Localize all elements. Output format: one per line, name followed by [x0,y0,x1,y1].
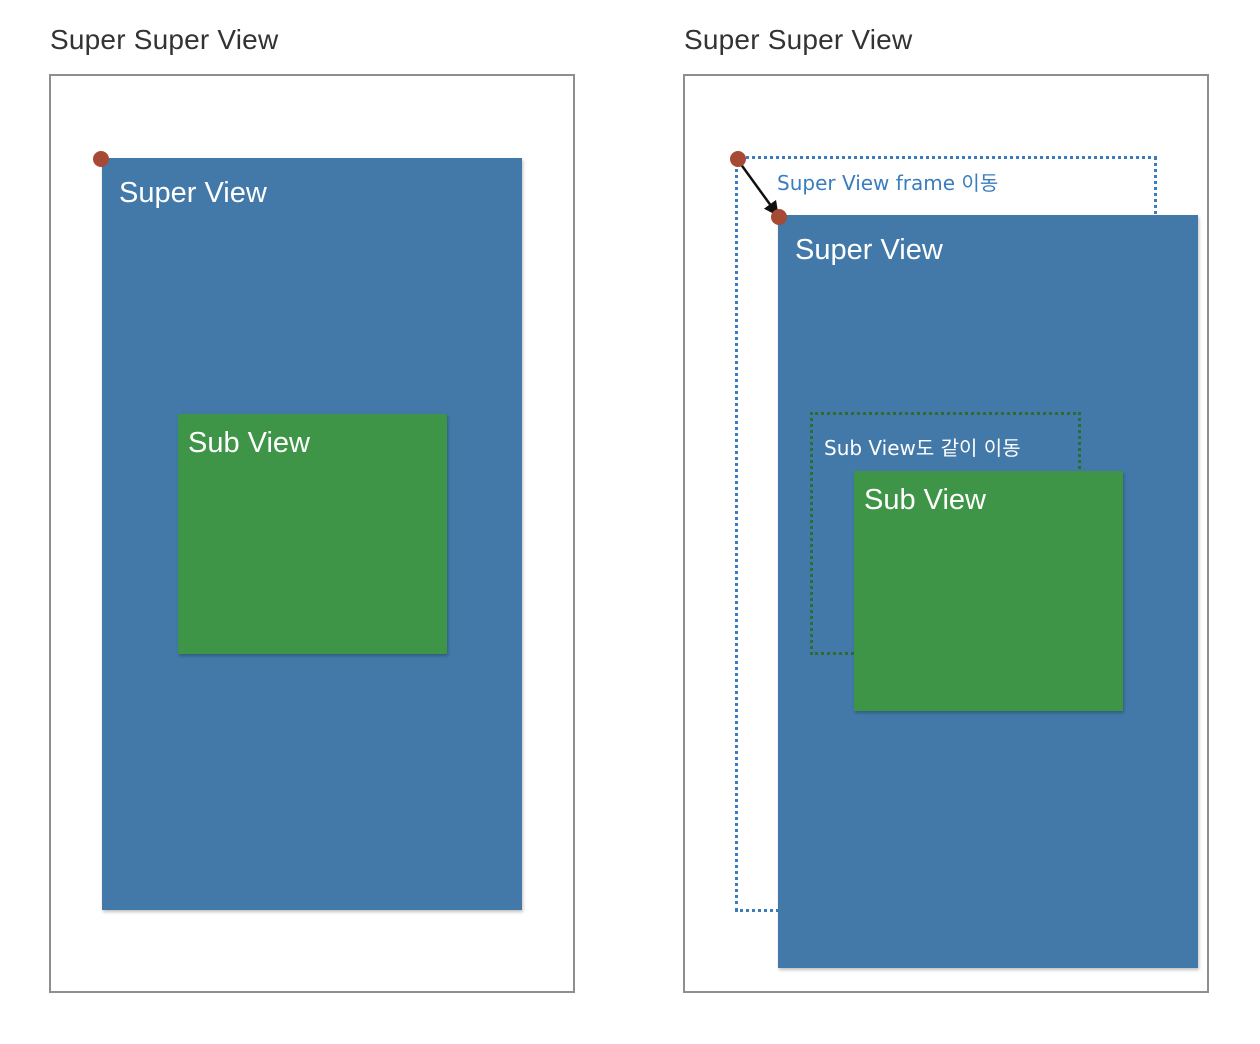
left-origin-dot-icon [93,151,109,167]
left-super-view-label: Super View [119,177,267,209]
left-sub-view: Sub View [178,414,447,654]
original-origin-dot-icon [730,151,746,167]
move-arrow-icon [738,162,779,217]
right-panel: Super Super View Super View Super View f… [634,0,1260,1044]
left-sub-view-label: Sub View [188,427,310,459]
left-super-super-view-title: Super Super View [50,24,279,55]
left-panel: Super Super View Super View Sub View [0,0,630,1044]
moved-origin-dot-icon [771,209,787,225]
move-arrow-line [738,162,779,217]
